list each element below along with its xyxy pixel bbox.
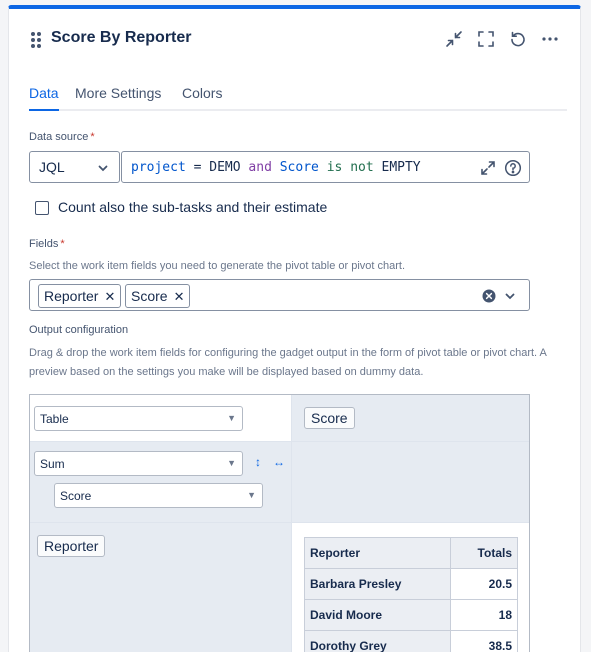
drag-handle-icon[interactable] [31,32,43,48]
pivot-config-area: Table ▼ Score Sum ▼ ↕ ↔ Score ▼ Reporter [29,394,530,652]
data-source-type-value: JQL [39,159,65,175]
row-label: Dorothy Grey [304,630,451,652]
dropdown-arrow-icon: ▼ [227,413,236,423]
aggregator-field-select[interactable]: Score ▼ [54,483,263,508]
gadget-title: Score By Reporter [51,29,192,46]
fields-label: Fields * [29,238,65,250]
row-field-chip[interactable]: Reporter [37,535,106,557]
gadget-card: Score By Reporter Data More Settings Col… [8,5,581,652]
more-actions-button[interactable] [538,27,562,51]
aggregator-value: Sum [40,457,65,471]
header-totals: Totals [450,537,518,569]
row-label: Barbara Presley [304,568,451,600]
field-chip-score: Score ✕ [125,284,191,308]
data-source-label: Data source * [29,131,95,143]
aggregator-field-value: Score [60,489,92,503]
clear-icon[interactable] [482,289,496,303]
fields-multiselect[interactable]: Reporter ✕ Score ✕ [29,279,530,311]
aggregator-cell: Sum ▼ ↕ ↔ Score ▼ [30,442,291,522]
chevron-down-icon [98,165,108,172]
pivot-preview-table: Reporter Totals Barbara Presley 20.5 Dav… [304,537,518,652]
tab-colors[interactable]: Colors [182,85,222,111]
remove-chip-icon[interactable]: ✕ [104,290,115,303]
row-value: 18 [450,599,518,631]
table-row: Barbara Presley 20.5 [304,568,518,600]
remove-chip-icon[interactable]: ✕ [174,290,185,303]
jql-query-text: project = DEMO and Score is not EMPTY [131,160,421,175]
expand-editor-button[interactable] [478,158,498,178]
jql-help-button[interactable] [503,158,523,178]
column-fields-zone[interactable]: Score [292,395,529,441]
chevron-down-icon[interactable] [504,290,516,302]
minimize-button[interactable] [442,27,466,51]
output-config-help-text: Drag & drop the work item fields for con… [29,347,547,378]
row-value: 20.5 [450,568,518,600]
expand-icon [481,161,495,175]
gadget-header: Score By Reporter [9,9,580,61]
fields-help-text: Select the work item fields you need to … [29,260,406,272]
fullscreen-button[interactable] [474,27,498,51]
refresh-icon [511,31,525,47]
field-chip-label: Score [131,288,168,304]
help-icon [504,159,522,177]
dropdown-arrow-icon: ▼ [227,458,236,468]
aggregator-select[interactable]: Sum ▼ [34,451,243,476]
sort-rows-icon[interactable]: ↕ [255,455,261,469]
output-config-label: Output configuration [29,324,129,336]
settings-tabs: Data More Settings Colors [29,85,567,111]
field-chip-label: Reporter [44,288,99,304]
count-subtasks-label: Count also the sub-tasks and their estim… [58,199,328,215]
data-source-type-select[interactable]: JQL [29,151,120,183]
renderer-value: Table [40,412,69,426]
table-row: Dorothy Grey 38.5 [304,630,518,652]
minimize-icon [446,31,462,47]
unused-fields-zone[interactable] [292,442,529,522]
jql-query-input[interactable]: project = DEMO and Score is not EMPTY [121,151,530,183]
table-header-row: Reporter Totals [304,537,518,569]
row-fields-zone[interactable]: Reporter [30,523,291,652]
count-subtasks-checkbox[interactable] [35,201,49,215]
dropdown-arrow-icon: ▼ [247,490,256,500]
table-row: David Moore 18 [304,599,518,631]
row-label: David Moore [304,599,451,631]
field-chip-reporter: Reporter ✕ [38,284,122,308]
sort-columns-icon[interactable]: ↔ [273,455,285,469]
refresh-button[interactable] [506,27,530,51]
renderer-cell: Table ▼ [30,395,291,441]
tab-data[interactable]: Data [29,85,59,111]
row-value: 38.5 [450,630,518,652]
header-reporter: Reporter [304,537,451,569]
renderer-select[interactable]: Table ▼ [34,406,243,431]
more-icon [542,37,558,41]
tab-more-settings[interactable]: More Settings [75,85,161,111]
column-field-chip[interactable]: Score [304,407,355,429]
fullscreen-icon [478,31,494,47]
